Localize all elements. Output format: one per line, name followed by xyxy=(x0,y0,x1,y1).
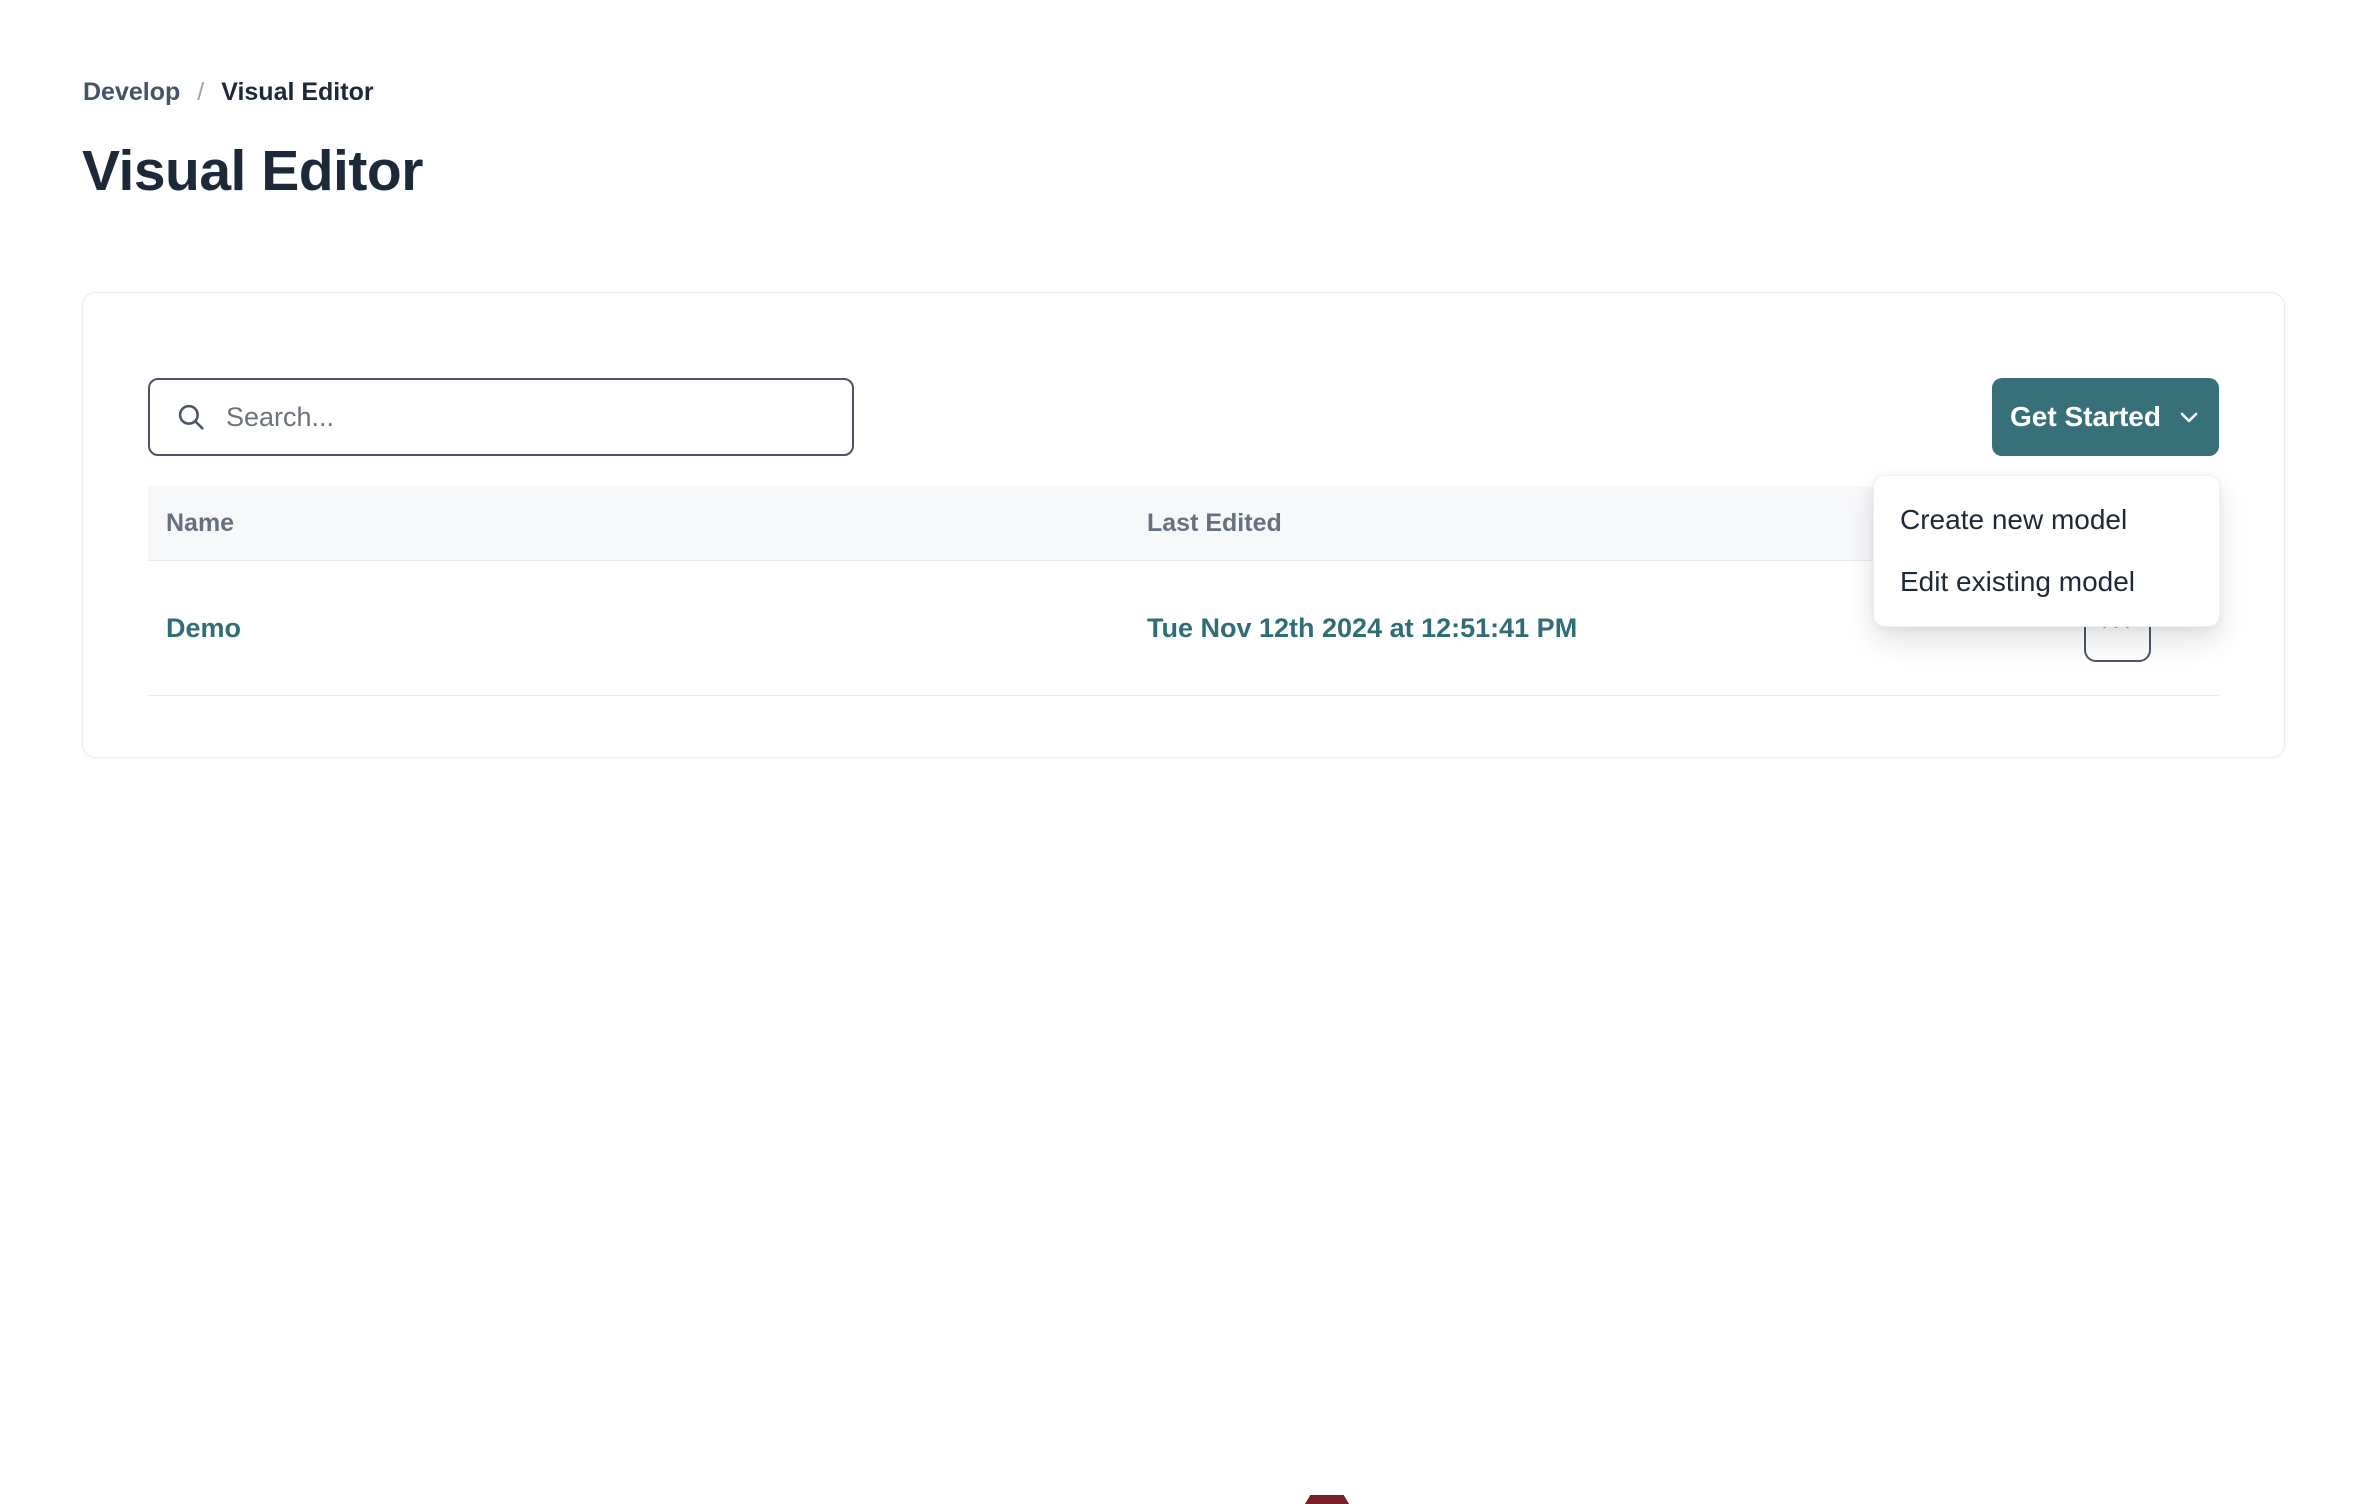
model-link-demo[interactable]: Demo xyxy=(166,613,241,643)
menu-item-create-new-model[interactable]: Create new model xyxy=(1874,489,2219,551)
menu-item-edit-existing-model[interactable]: Edit existing model xyxy=(1874,551,2219,613)
search-icon xyxy=(174,400,208,434)
get-started-button[interactable]: Get Started xyxy=(1992,378,2219,456)
column-header-name: Name xyxy=(148,509,1129,538)
breadcrumb-develop[interactable]: Develop xyxy=(83,78,180,107)
breadcrumb: Develop / Visual Editor xyxy=(83,78,374,107)
search-box[interactable] xyxy=(148,378,854,456)
breadcrumb-visual-editor: Visual Editor xyxy=(221,78,373,107)
last-edited-value: Tue Nov 12th 2024 at 12:51:41 PM xyxy=(1147,613,1577,643)
chevron-down-icon xyxy=(2177,405,2201,429)
search-input[interactable] xyxy=(226,402,828,433)
toolbar: Get Started xyxy=(148,378,2219,456)
bottom-edge-artifact xyxy=(1305,1495,1349,1504)
page-title: Visual Editor xyxy=(82,138,423,204)
get-started-label: Get Started xyxy=(2010,401,2161,433)
get-started-dropdown-menu: Create new model Edit existing model xyxy=(1873,475,2220,627)
breadcrumb-separator: / xyxy=(197,78,204,107)
name-cell: Demo xyxy=(148,613,1129,644)
